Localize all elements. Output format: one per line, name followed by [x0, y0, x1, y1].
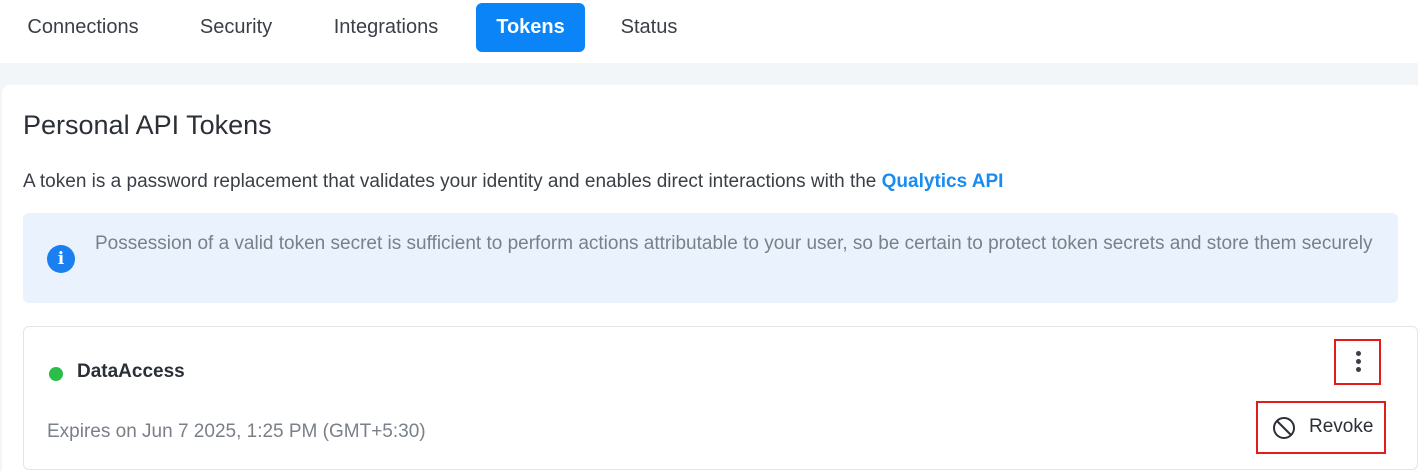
token-expiry: Expires on Jun 7 2025, 1:25 PM (GMT+5:30… — [47, 421, 426, 442]
kebab-dot-icon — [1356, 367, 1361, 372]
kebab-dot-icon — [1356, 351, 1361, 356]
revoke-menu-item[interactable]: Revoke — [1256, 401, 1386, 454]
info-alert: i Possession of a valid token secret is … — [23, 213, 1398, 303]
tab-security[interactable]: Security — [186, 3, 286, 52]
alert-message: Possession of a valid token secret is su… — [95, 233, 1373, 254]
tab-tokens[interactable]: Tokens — [476, 3, 585, 52]
token-name: DataAccess — [77, 361, 185, 382]
status-dot-icon — [49, 367, 63, 381]
tab-connections[interactable]: Connections — [12, 3, 154, 52]
settings-tab-bar: Connections Security Integrations Tokens… — [0, 0, 1418, 63]
token-row: DataAccess Expires on Jun 7 2025, 1:25 P… — [23, 326, 1418, 470]
page-description: A token is a password replacement that v… — [23, 171, 1003, 193]
qualytics-api-link[interactable]: Qualytics API — [882, 171, 1004, 192]
tab-integrations[interactable]: Integrations — [318, 3, 454, 52]
kebab-dot-icon — [1356, 359, 1361, 364]
tab-status[interactable]: Status — [607, 3, 691, 52]
info-icon: i — [47, 245, 75, 273]
block-icon — [1273, 417, 1295, 439]
description-text: A token is a password replacement that v… — [23, 171, 877, 192]
more-options-button[interactable] — [1334, 339, 1381, 385]
page-title: Personal API Tokens — [23, 110, 272, 140]
revoke-label: Revoke — [1309, 416, 1374, 437]
